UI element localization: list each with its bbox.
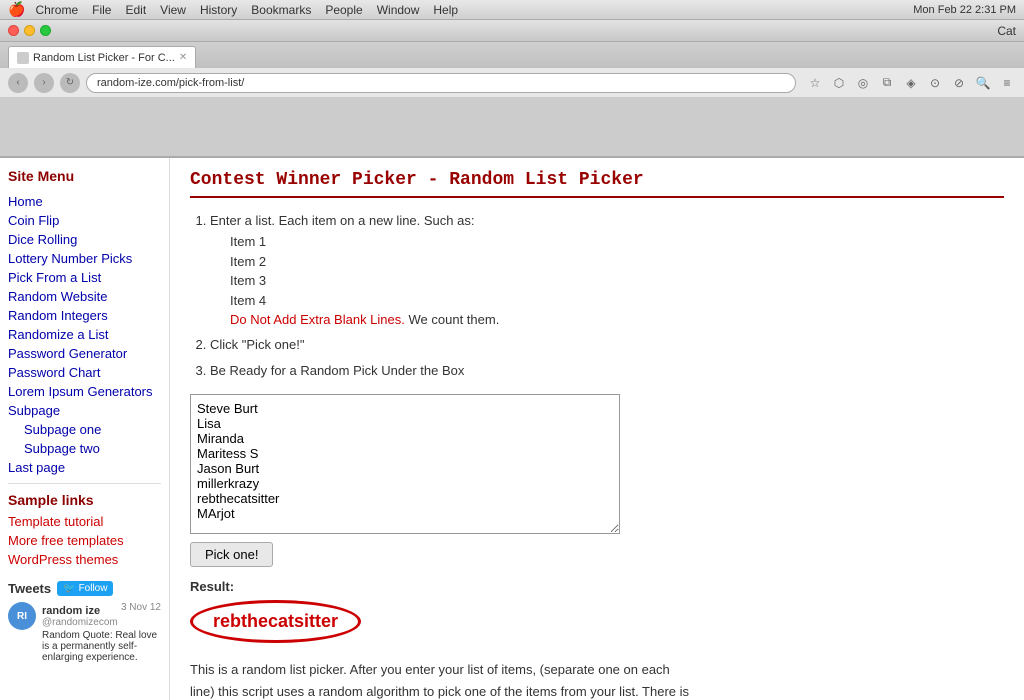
sidebar-item-lottery[interactable]: Lottery Number Picks — [8, 249, 161, 268]
menu-chrome[interactable]: Chrome — [35, 3, 78, 17]
pick-one-button[interactable]: Pick one! — [190, 542, 273, 567]
active-tab[interactable]: Random List Picker - For C... ✕ — [8, 46, 196, 68]
follow-label: Follow — [79, 583, 108, 594]
datetime: Mon Feb 22 2:31 PM — [913, 4, 1016, 16]
item1: Item 1 — [210, 232, 1004, 252]
blank-lines-warning: Do Not Add Extra Blank Lines. We count t… — [210, 310, 1004, 330]
menubar-right: Mon Feb 22 2:31 PM — [913, 4, 1016, 16]
menu-icon[interactable]: ≡ — [998, 74, 1016, 92]
sample-links-nav: Template tutorial More free templates Wo… — [8, 512, 161, 569]
sidebar-item-last-page[interactable]: Last page — [8, 458, 161, 477]
tweets-label: Tweets — [8, 581, 51, 596]
menu-window[interactable]: Window — [377, 3, 420, 17]
menu-history[interactable]: History — [200, 3, 237, 17]
step1-text: Enter a list. Each item on a new line. S… — [210, 213, 474, 228]
sample-link-wordpress[interactable]: WordPress themes — [8, 550, 161, 569]
sidebar-item-pick-from-list[interactable]: Pick From a List — [8, 268, 161, 287]
warning-text: Do Not Add Extra Blank Lines. — [230, 312, 405, 327]
tweets-section: Tweets 🐦 Follow RI random ize 3 Nov 12 @… — [8, 581, 161, 663]
sidebar-item-subpage-one[interactable]: Subpage one — [8, 420, 161, 439]
item4: Item 4 — [210, 291, 1004, 311]
tweet-text: Random Quote: Real love is a permanently… — [42, 630, 161, 663]
settings-icon[interactable]: ⊙ — [926, 74, 944, 92]
sidebar: Site Menu Home Coin Flip Dice Rolling Lo… — [0, 158, 170, 700]
site-menu-title: Site Menu — [8, 168, 161, 184]
pick-textarea[interactable] — [190, 394, 620, 534]
close-button[interactable] — [8, 25, 19, 36]
menu-edit[interactable]: Edit — [125, 3, 146, 17]
sample-link-template[interactable]: Template tutorial — [8, 512, 161, 531]
tweets-header: Tweets 🐦 Follow — [8, 581, 161, 596]
sidebar-item-subpage-two[interactable]: Subpage two — [8, 439, 161, 458]
back-button[interactable]: ‹ — [8, 73, 28, 93]
warning-suffix: We count them. — [409, 312, 500, 327]
sidebar-divider — [8, 483, 161, 484]
tweet-content: random ize 3 Nov 12 @randomizecom Random… — [42, 602, 161, 663]
step3-text: Be Ready for a Random Pick Under the Box — [210, 363, 464, 378]
sidebar-nav: Home Coin Flip Dice Rolling Lottery Numb… — [8, 192, 161, 477]
sidebar-item-randomize-list[interactable]: Randomize a List — [8, 325, 161, 344]
chrome-title-bar: Cat — [0, 20, 1024, 42]
page-content: Site Menu Home Coin Flip Dice Rolling Lo… — [0, 158, 1024, 700]
shield-icon[interactable]: ◈ — [902, 74, 920, 92]
forward-button[interactable]: › — [34, 73, 54, 93]
sidebar-item-lorem-ipsum[interactable]: Lorem Ipsum Generators — [8, 382, 161, 401]
url-bar[interactable]: random-ize.com/pick-from-list/ — [86, 73, 796, 93]
sample-links-title: Sample links — [8, 492, 161, 508]
menu-view[interactable]: View — [160, 3, 186, 17]
result-label: Result: — [190, 579, 1004, 594]
tweet-user: random ize — [42, 605, 100, 617]
main-content: Contest Winner Picker - Random List Pick… — [170, 158, 1024, 700]
reload-button[interactable]: ↻ — [60, 73, 80, 93]
desc-para-1: This is a random list picker. After you … — [190, 659, 690, 700]
minimize-button[interactable] — [24, 25, 35, 36]
apple-menu[interactable]: 🍎 — [8, 1, 25, 18]
bookmark-icon[interactable]: ☆ — [806, 74, 824, 92]
page-title: Contest Winner Picker - Random List Pick… — [190, 170, 1004, 198]
window-controls[interactable] — [8, 25, 51, 36]
extension-icon1[interactable]: ⬡ — [830, 74, 848, 92]
menu-file[interactable]: File — [92, 3, 111, 17]
tab-favicon — [17, 52, 29, 64]
sidebar-item-password-chart[interactable]: Password Chart — [8, 363, 161, 382]
tweet-box: RI random ize 3 Nov 12 @randomizecom Ran… — [8, 602, 161, 663]
address-bar: ‹ › ↻ random-ize.com/pick-from-list/ ☆ ⬡… — [0, 68, 1024, 98]
item2: Item 2 — [210, 252, 1004, 272]
menu-help[interactable]: Help — [433, 3, 458, 17]
sidebar-item-random-integers[interactable]: Random Integers — [8, 306, 161, 325]
tweet-handle: @randomizecom — [42, 617, 161, 628]
site-banner — [0, 98, 1024, 158]
sidebar-item-dice-rolling[interactable]: Dice Rolling — [8, 230, 161, 249]
item3: Item 3 — [210, 271, 1004, 291]
follow-button[interactable]: 🐦 Follow — [57, 581, 113, 596]
mac-menubar: 🍎 Chrome File Edit View History Bookmark… — [0, 0, 1024, 20]
instructions: Enter a list. Each item on a new line. S… — [190, 210, 1004, 382]
tab-close-icon[interactable]: ✕ — [179, 52, 187, 63]
step2-text: Click "Pick one!" — [210, 337, 304, 352]
sidebar-item-random-website[interactable]: Random Website — [8, 287, 161, 306]
sidebar-item-password-generator[interactable]: Password Generator — [8, 344, 161, 363]
url-text: random-ize.com/pick-from-list/ — [97, 77, 244, 89]
menu-people[interactable]: People — [325, 3, 362, 17]
tab-label: Random List Picker - For C... — [33, 52, 175, 64]
layers-icon[interactable]: ⧉ — [878, 74, 896, 92]
sidebar-item-coin-flip[interactable]: Coin Flip — [8, 211, 161, 230]
block-icon[interactable]: ⊘ — [950, 74, 968, 92]
maximize-button[interactable] — [40, 25, 51, 36]
result-value: rebthecatsitter — [190, 600, 361, 643]
description-text: This is a random list picker. After you … — [190, 659, 690, 700]
menu-bookmarks[interactable]: Bookmarks — [251, 3, 311, 17]
toolbar-icons: ☆ ⬡ ◎ ⧉ ◈ ⊙ ⊘ 🔍 ≡ — [806, 74, 1016, 92]
sidebar-item-home[interactable]: Home — [8, 192, 161, 211]
tab-bar: Random List Picker - For C... ✕ — [0, 42, 1024, 68]
sidebar-item-subpage[interactable]: Subpage — [8, 401, 161, 420]
user-label: Cat — [997, 24, 1016, 38]
tweet-date: 3 Nov 12 — [121, 602, 161, 613]
search-icon[interactable]: 🔍 — [974, 74, 992, 92]
follow-bird-icon: 🐦 — [63, 583, 75, 594]
extension-icon2[interactable]: ◎ — [854, 74, 872, 92]
sample-link-templates[interactable]: More free templates — [8, 531, 161, 550]
tweet-avatar: RI — [8, 602, 36, 630]
